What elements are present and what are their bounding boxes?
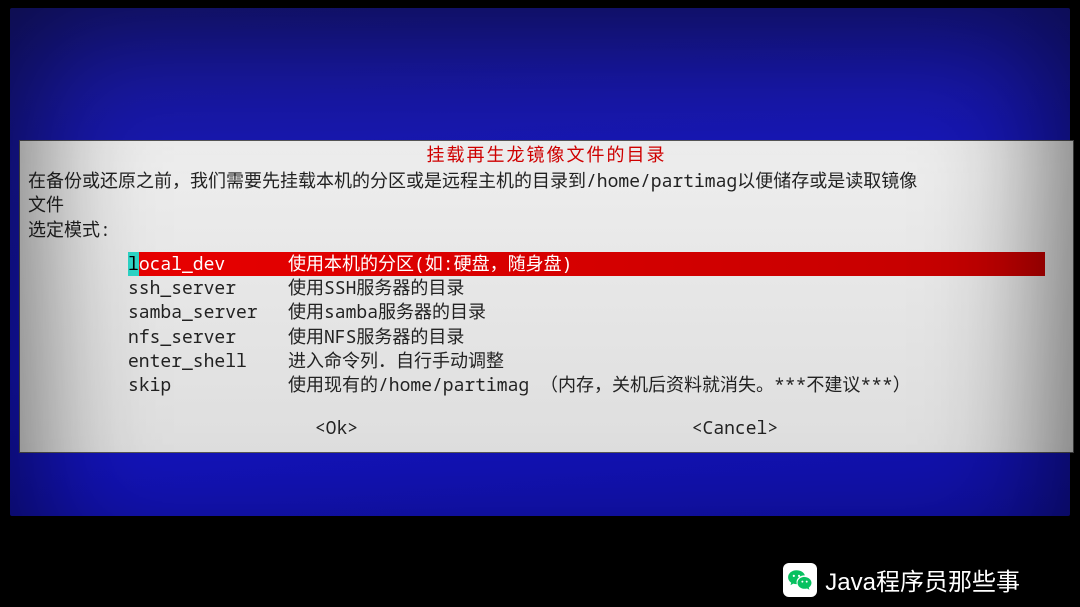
menu-item-label: 使用NFS服务器的目录 xyxy=(288,325,1045,349)
menu-item-key: nfs_server xyxy=(128,325,288,349)
ok-button[interactable]: <Ok> xyxy=(311,416,362,440)
menu-item-enter-shell[interactable]: enter_shell 进入命令列．自行手动调整 xyxy=(128,349,1045,373)
menu-item-nfs-server[interactable]: nfs_server 使用NFS服务器的目录 xyxy=(128,325,1045,349)
menu-item-key: samba_server xyxy=(128,300,288,324)
menu-item-key: skip xyxy=(128,373,288,397)
watermark-text: Java程序员那些事 xyxy=(825,562,1020,597)
menu-item-samba-server[interactable]: samba_server 使用samba服务器的目录 xyxy=(128,300,1045,324)
dialog-buttons: <Ok> <Cancel> xyxy=(28,416,1065,440)
menu-item-key: local_dev xyxy=(128,252,288,276)
wechat-icon xyxy=(783,563,817,597)
dialog-description: 在备份或还原之前，我们需要先挂载本机的分区或是远程主机的目录到/home/par… xyxy=(28,169,1065,242)
menu-item-skip[interactable]: skip 使用现有的/home/partimag （内存，关机后资料就消失。**… xyxy=(128,373,1045,397)
console-screen: 挂载再生龙镜像文件的目录 在备份或还原之前，我们需要先挂载本机的分区或是远程主机… xyxy=(10,8,1070,516)
cancel-button[interactable]: <Cancel> xyxy=(688,416,782,440)
menu-item-label: 进入命令列．自行手动调整 xyxy=(288,349,1045,373)
watermark: Java程序员那些事 xyxy=(783,562,1020,597)
menu-item-label: 使用samba服务器的目录 xyxy=(288,300,1045,324)
menu-item-label: 使用现有的/home/partimag （内存，关机后资料就消失。***不建议*… xyxy=(288,373,1045,397)
menu-item-key: ssh_server xyxy=(128,276,288,300)
menu-item-label: 使用SSH服务器的目录 xyxy=(288,276,1045,300)
dialog-title: 挂载再生龙镜像文件的目录 xyxy=(28,141,1065,167)
menu-item-ssh-server[interactable]: ssh_server 使用SSH服务器的目录 xyxy=(128,276,1045,300)
mount-dialog: 挂载再生龙镜像文件的目录 在备份或还原之前，我们需要先挂载本机的分区或是远程主机… xyxy=(19,140,1074,453)
menu-item-key: enter_shell xyxy=(128,349,288,373)
menu-item-label: 使用本机的分区(如:硬盘，随身盘) xyxy=(288,252,1045,276)
menu-list: local_dev 使用本机的分区(如:硬盘，随身盘) ssh_server 使… xyxy=(128,252,1045,398)
menu-item-local-dev[interactable]: local_dev 使用本机的分区(如:硬盘，随身盘) xyxy=(128,252,1045,276)
